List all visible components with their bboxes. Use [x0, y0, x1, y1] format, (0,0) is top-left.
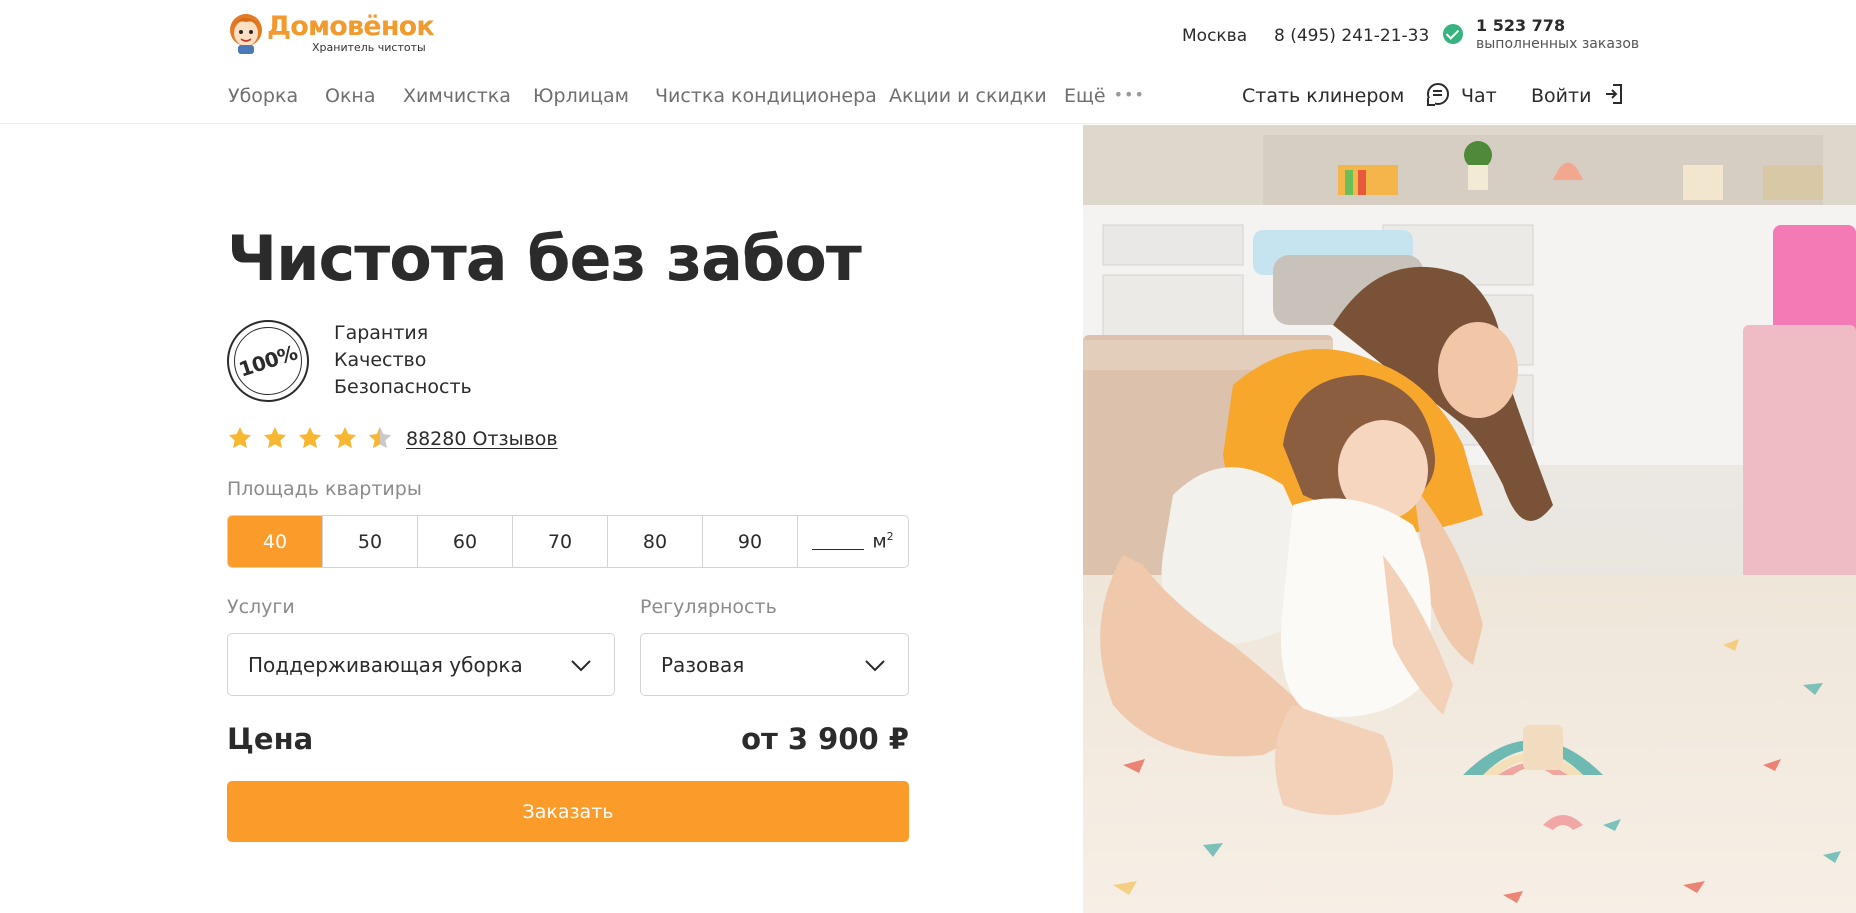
phone-link[interactable]: 8 (495) 241-21-33	[1274, 26, 1429, 46]
services-select[interactable]: Поддерживающая уборка	[227, 633, 615, 696]
top-header: Домовёнок Хранитель чистоты Москва 8 (49…	[0, 0, 1856, 66]
more-dots-icon: •••	[1113, 85, 1145, 104]
hero-photo-illustration	[1083, 125, 1856, 913]
nav-item-more[interactable]: Ещё •••	[1064, 85, 1145, 107]
quality-item: Качество	[334, 349, 427, 371]
nav-item-more-label: Ещё	[1064, 85, 1106, 107]
nav-item-dry-cleaning[interactable]: Химчистка	[403, 85, 511, 107]
area-option-90[interactable]: 90	[703, 516, 798, 567]
services-select-value: Поддерживающая уборка	[248, 652, 523, 677]
area-unit-power: 2	[886, 530, 894, 544]
area-custom-underline	[812, 549, 865, 550]
star-half-icon	[367, 425, 393, 451]
area-option-70[interactable]: 70	[513, 516, 608, 567]
chat-icon[interactable]	[1427, 83, 1449, 106]
hero-photo	[1083, 125, 1856, 913]
rating-stars	[227, 425, 402, 451]
check-circle-icon	[1443, 24, 1463, 44]
star-icon	[332, 425, 358, 451]
chat-link[interactable]: Чат	[1461, 85, 1497, 107]
area-option-80[interactable]: 80	[608, 516, 703, 567]
reviews-link[interactable]: 88280 Отзывов	[406, 428, 558, 450]
services-label: Услуги	[227, 596, 295, 618]
main-nav: Уборка Окна Химчистка Юрлицам Чистка кон…	[0, 66, 1856, 124]
logo[interactable]: Домовёнок Хранитель чистоты	[228, 11, 435, 54]
nav-item-ac-cleaning[interactable]: Чистка кондиционера	[655, 85, 877, 107]
area-option-40[interactable]: 40	[228, 516, 323, 567]
safety-item: Безопасность	[334, 376, 472, 398]
mascot-icon	[228, 12, 264, 54]
become-cleaner-link[interactable]: Стать клинером	[1242, 85, 1404, 107]
area-selector: 40 50 60 70 80 90 м2	[227, 515, 909, 568]
orders-label: выполненных заказов	[1476, 36, 1640, 52]
city-selector[interactable]: Москва	[1182, 26, 1247, 46]
guarantee-item: Гарантия	[334, 322, 429, 344]
order-button[interactable]: Заказать	[227, 781, 909, 842]
nav-item-cleaning[interactable]: Уборка	[228, 85, 298, 107]
area-option-50[interactable]: 50	[323, 516, 418, 567]
regularity-select-value: Разовая	[661, 652, 745, 677]
orders-count: 1 523 778	[1476, 16, 1566, 35]
hero-title: Чистота без забот	[227, 222, 862, 295]
nav-item-promotions[interactable]: Акции и скидки	[889, 85, 1047, 107]
logo-tagline: Хранитель чистоты	[312, 41, 426, 54]
price-label: Цена	[227, 722, 314, 756]
area-unit: м2	[872, 530, 894, 553]
logo-name: Домовёнок	[267, 11, 435, 42]
orders-counter: 1 523 778 выполненных заказов	[1443, 16, 1639, 52]
regularity-label: Регулярность	[640, 596, 777, 618]
price-value: от 3 900 ₽	[741, 722, 909, 756]
chevron-down-icon	[864, 654, 886, 676]
guarantee-badge: 100%	[227, 320, 309, 402]
nav-item-businesses[interactable]: Юрлицам	[533, 85, 629, 107]
regularity-select[interactable]: Разовая	[640, 633, 909, 696]
chevron-down-icon	[570, 654, 592, 676]
login-icon[interactable]	[1604, 83, 1624, 105]
star-icon	[297, 425, 323, 451]
area-option-60[interactable]: 60	[418, 516, 513, 567]
star-icon	[262, 425, 288, 451]
nav-item-windows[interactable]: Окна	[325, 85, 376, 107]
area-custom-input[interactable]: м2	[798, 516, 908, 567]
guarantee-list: Гарантия Качество Безопасность	[334, 320, 472, 401]
area-label: Площадь квартиры	[227, 478, 422, 500]
login-link[interactable]: Войти	[1531, 85, 1591, 107]
star-icon	[227, 425, 253, 451]
